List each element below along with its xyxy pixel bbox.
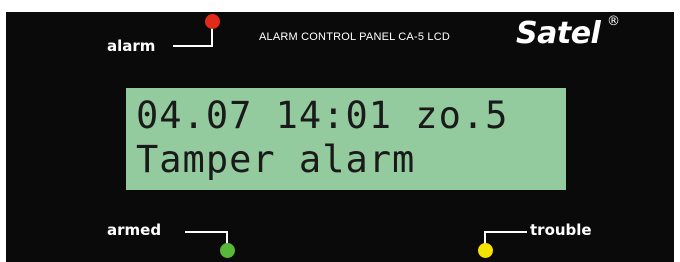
trouble-label: trouble bbox=[530, 221, 592, 239]
alarm-led bbox=[205, 14, 220, 29]
armed-label: armed bbox=[107, 221, 162, 239]
armed-led bbox=[220, 243, 235, 258]
lcd-display: 04.07 14:01 zo.5 Tamper alarm bbox=[126, 88, 566, 190]
alarm-label: alarm bbox=[107, 37, 156, 55]
model-name: ALARM CONTROL PANEL CA-5 LCD bbox=[259, 31, 451, 43]
lcd-line-1: 04.07 14:01 zo.5 bbox=[136, 94, 509, 137]
registered-mark: ® bbox=[607, 14, 620, 29]
lcd-line-2: Tamper alarm bbox=[136, 138, 416, 181]
trouble-led bbox=[478, 243, 493, 258]
satel-logo: Satel bbox=[516, 16, 601, 51]
